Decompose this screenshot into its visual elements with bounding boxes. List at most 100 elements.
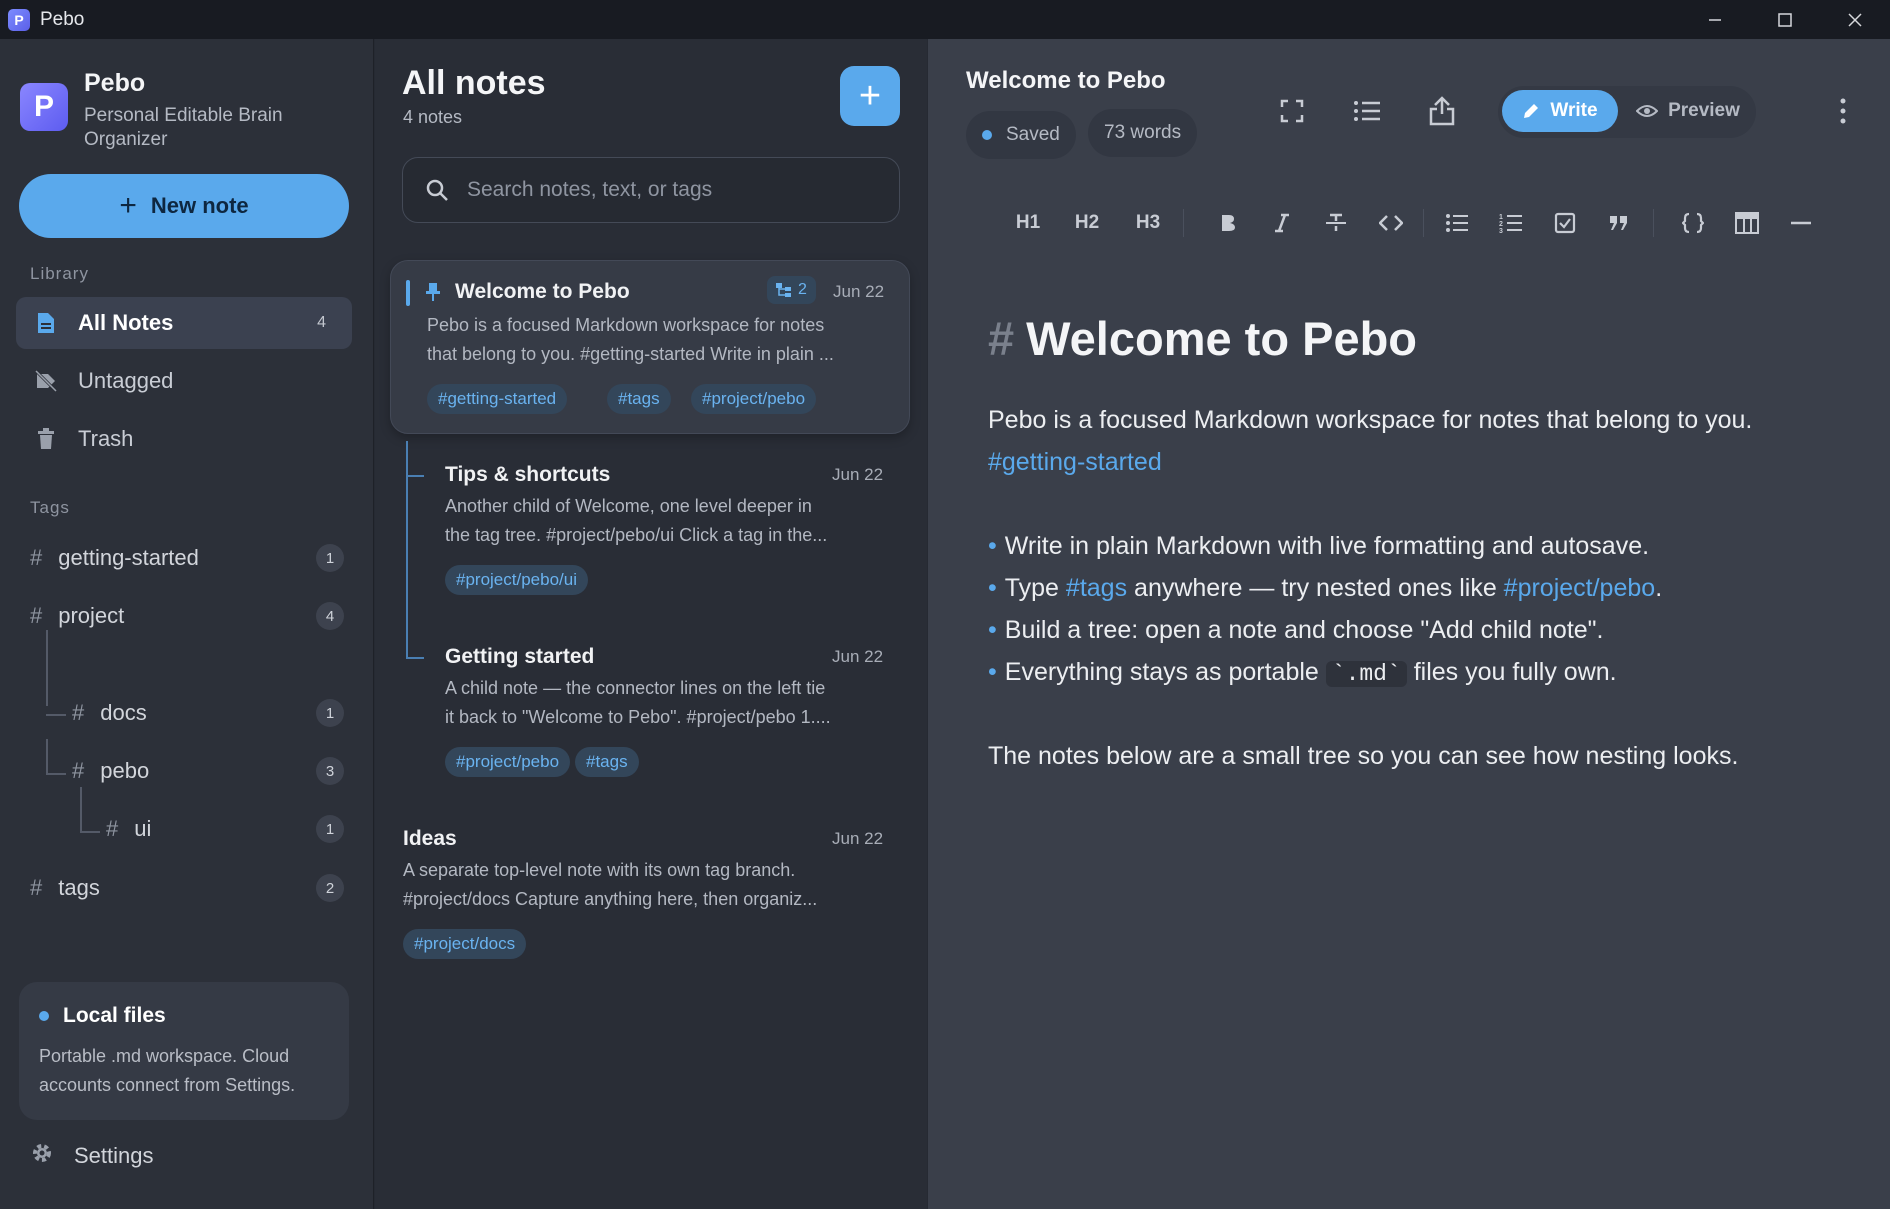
tag-tags[interactable]: # tags 2 xyxy=(30,863,352,913)
bold-icon xyxy=(1222,215,1235,231)
svg-text:2: 2 xyxy=(1499,221,1503,228)
tag-chip[interactable]: #project/pebo/ui xyxy=(445,565,588,595)
heading1-button[interactable]: H1 xyxy=(1008,205,1048,241)
tag-ui[interactable]: # ui 1 xyxy=(106,804,352,854)
note-item-getting-started[interactable]: Getting started Jun 22 A child note — th… xyxy=(432,627,910,803)
more-button[interactable] xyxy=(1821,89,1865,133)
numbered-list-icon: 123 xyxy=(1499,214,1522,233)
tag-getting-started[interactable]: # getting-started 1 xyxy=(30,533,352,583)
bullet-marker: • xyxy=(988,532,997,560)
tag-count: 2 xyxy=(316,874,344,902)
bullet-list-button[interactable] xyxy=(1437,205,1477,241)
sidebar: P Pebo Personal Editable Brain Organizer… xyxy=(0,39,374,1209)
nav-untagged[interactable]: Untagged xyxy=(16,355,352,407)
numbered-list-button[interactable]: 123 xyxy=(1491,205,1531,241)
outline-button[interactable] xyxy=(1345,89,1389,133)
gear-icon xyxy=(30,1141,54,1171)
strikethrough-button[interactable] xyxy=(1316,205,1356,241)
note-snippet-line2: that belong to you. #getting-started Wri… xyxy=(427,344,834,364)
tag-count: 1 xyxy=(316,699,344,727)
toolbar-divider xyxy=(1183,209,1184,237)
nav-all-notes[interactable]: All Notes 4 xyxy=(16,297,352,349)
window-controls xyxy=(1680,0,1890,39)
bullet-marker: • xyxy=(988,658,997,686)
tag-link[interactable]: #project/pebo xyxy=(1504,574,1656,602)
tag-link[interactable]: #getting-started xyxy=(988,448,1162,476)
word-count-badge: 73 words xyxy=(1088,109,1198,157)
paragraph-1[interactable]: Pebo is a focused Markdown workspace for… xyxy=(988,406,1752,435)
toolbar-divider xyxy=(1653,209,1654,237)
tag-chip[interactable]: #project/pebo xyxy=(445,747,571,777)
tag-name: project xyxy=(58,603,125,628)
paragraph-2[interactable]: The notes below are a small tree so you … xyxy=(988,742,1738,771)
more-vertical-icon xyxy=(1840,98,1846,124)
note-item-ideas[interactable]: Ideas Jun 22 A separate top-level note w… xyxy=(390,809,910,985)
library-label: Library xyxy=(30,264,89,283)
preview-mode-button[interactable]: Preview xyxy=(1626,90,1750,132)
bullet-item-4[interactable]: • Everything stays as portable `.md` file… xyxy=(988,658,1617,687)
add-note-button[interactable]: + xyxy=(840,66,900,126)
italic-button[interactable] xyxy=(1262,205,1302,241)
search-input[interactable] xyxy=(467,178,867,202)
settings-button[interactable]: Settings xyxy=(30,1141,154,1171)
code-block-button[interactable] xyxy=(1673,205,1713,241)
share-button[interactable] xyxy=(1420,89,1464,133)
paragraph-1-tag[interactable]: #getting-started xyxy=(988,448,1162,477)
heading3-button[interactable]: H3 xyxy=(1128,205,1168,241)
tag-off-icon xyxy=(34,369,58,393)
tag-pebo[interactable]: # pebo 3 xyxy=(72,746,352,796)
notes-pane: All notes 4 notes + Welcome to Pebo 2 Ju… xyxy=(375,39,927,1209)
note-item-welcome[interactable]: Welcome to Pebo 2 Jun 22 Pebo is a focus… xyxy=(390,260,910,434)
nav-trash-label: Trash xyxy=(78,426,134,451)
note-date: Jun 22 xyxy=(833,282,885,301)
tree-connector xyxy=(406,657,424,659)
maximize-icon xyxy=(1778,12,1792,27)
quote-icon xyxy=(1610,216,1627,230)
write-mode-button[interactable]: Write xyxy=(1502,90,1618,132)
maximize-button[interactable] xyxy=(1750,0,1820,39)
nav-trash[interactable]: Trash xyxy=(16,413,352,465)
brand-logo: P xyxy=(20,83,68,131)
bullet-item-3[interactable]: • Build a tree: open a note and choose "A… xyxy=(988,616,1604,645)
tag-chip[interactable]: #tags xyxy=(607,384,671,414)
horizontal-rule-button[interactable] xyxy=(1781,205,1821,241)
tag-chip[interactable]: #project/pebo xyxy=(691,384,817,414)
pencil-icon xyxy=(1524,104,1539,118)
bullet-text: Type xyxy=(1004,574,1066,602)
brand-tagline-line1: Personal Editable Brain xyxy=(84,105,283,126)
notes-count: 4 notes xyxy=(403,107,463,127)
toolbar-divider xyxy=(1423,209,1424,237)
new-note-button[interactable]: + New note xyxy=(19,174,349,238)
close-button[interactable] xyxy=(1820,0,1890,39)
quote-button[interactable] xyxy=(1599,205,1639,241)
bullet-list-icon xyxy=(1446,214,1468,232)
tag-project[interactable]: # project 4 xyxy=(30,591,352,641)
inline-code-button[interactable] xyxy=(1371,205,1411,241)
tag-docs[interactable]: # docs 1 xyxy=(72,688,352,738)
brand-tagline-line2: Organizer xyxy=(84,129,168,150)
italic-icon xyxy=(1275,213,1289,233)
tag-chip[interactable]: #getting-started xyxy=(427,384,568,414)
bullet-text: Everything stays as portable xyxy=(1004,658,1326,686)
tag-chip[interactable]: #project/docs xyxy=(403,929,527,959)
heading-marker: # xyxy=(988,312,1015,365)
document-heading[interactable]: # Welcome to Pebo xyxy=(988,311,1417,366)
note-item-tips[interactable]: Tips & shortcuts Jun 22 Another child of… xyxy=(432,445,910,621)
checklist-button[interactable] xyxy=(1545,205,1585,241)
minimize-button[interactable] xyxy=(1680,0,1750,39)
search-box[interactable] xyxy=(402,157,900,223)
note-snippet-line2: #project/docs Capture anything here, the… xyxy=(403,889,818,909)
tag-link[interactable]: #tags xyxy=(1066,574,1127,602)
window-title: Pebo xyxy=(40,8,85,30)
bold-button[interactable] xyxy=(1208,205,1248,241)
hash-icon: # xyxy=(30,545,43,570)
bullet-item-1[interactable]: • Write in plain Markdown with live forma… xyxy=(988,532,1649,561)
fullscreen-button[interactable] xyxy=(1270,89,1314,133)
children-count: 2 xyxy=(798,281,807,298)
tag-chip[interactable]: #tags xyxy=(575,747,639,777)
table-button[interactable] xyxy=(1727,205,1767,241)
heading2-button[interactable]: H2 xyxy=(1067,205,1107,241)
title-bar: P Pebo xyxy=(0,0,1890,39)
bullet-item-2[interactable]: • Type #tags anywhere — try nested ones l… xyxy=(988,574,1662,603)
tag-name: docs xyxy=(100,700,147,725)
